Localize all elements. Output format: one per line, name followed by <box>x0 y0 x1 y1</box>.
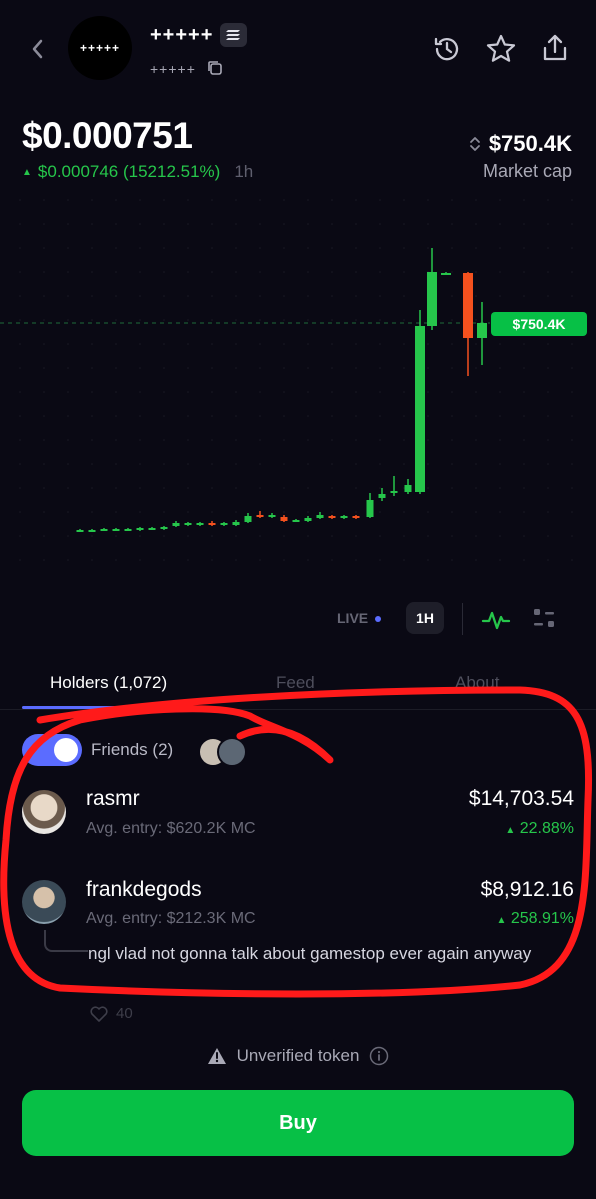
price-tag: $750.4K <box>491 312 587 336</box>
candle-body <box>112 529 120 531</box>
candle-body <box>441 273 451 275</box>
friends-toggle[interactable] <box>22 734 82 766</box>
holder-value: $8,912.16 <box>480 878 574 901</box>
market-cap-value: $750.4K <box>488 131 572 156</box>
holder-name[interactable]: frankdegods <box>86 878 202 902</box>
candle-body <box>232 522 240 525</box>
star-icon <box>486 34 516 62</box>
tab-about[interactable]: About <box>455 673 499 693</box>
candle-body <box>148 528 156 530</box>
info-icon[interactable] <box>369 1046 389 1066</box>
candle-body <box>256 515 264 517</box>
candle-body <box>328 516 336 518</box>
candle-body <box>268 515 276 517</box>
candle-body <box>160 527 168 529</box>
holder-name[interactable]: rasmr <box>86 787 140 811</box>
unverified-token-notice: Unverified token <box>0 1046 596 1066</box>
candle-body <box>208 523 216 525</box>
candle-body <box>136 528 144 530</box>
candle-body <box>196 523 204 525</box>
holder-value: $14,703.54 <box>468 787 574 810</box>
market-cap-label: Market cap <box>482 161 572 181</box>
live-dot <box>375 616 381 622</box>
toggle-knob <box>54 738 78 762</box>
candle-body <box>390 491 398 493</box>
candle-body <box>220 523 228 525</box>
price-change: $0.000746 (15212.51%) <box>37 162 221 181</box>
candle-body <box>76 530 84 532</box>
candle-body <box>427 272 437 326</box>
history-button[interactable] <box>430 32 464 66</box>
holder-avg-entry: Avg. entry: $212.3K MC <box>86 910 256 927</box>
token-avatar: +++++ <box>68 16 132 80</box>
candle-body <box>316 515 324 518</box>
friends-label: Friends (2) <box>91 740 174 759</box>
candle-body <box>244 516 252 522</box>
copy-icon[interactable] <box>206 59 224 77</box>
friend-avatar <box>217 737 247 767</box>
share-icon <box>543 34 567 61</box>
unverified-label: Unverified token <box>236 1046 360 1065</box>
market-cap-toggle[interactable]: $750.4K <box>469 131 572 157</box>
avatar[interactable] <box>22 880 66 924</box>
tab-divider <box>0 709 596 710</box>
up-triangle-icon: ▲ <box>505 825 516 836</box>
holder-pct-value: 258.91% <box>510 910 574 927</box>
line-chart-icon <box>481 611 511 630</box>
comment-connector <box>44 930 88 952</box>
candle-body <box>366 500 374 517</box>
chevron-left-icon <box>32 39 43 59</box>
candle-body <box>352 516 360 518</box>
candle-body <box>304 518 312 521</box>
tab-feed[interactable]: Feed <box>276 673 315 693</box>
controls-divider <box>462 603 463 635</box>
candle-body <box>404 485 412 492</box>
holder-comment: ngl vlad not gonna talk about gamestop e… <box>88 944 532 963</box>
candle-body <box>292 520 300 522</box>
price-tag-label: $750.4K <box>513 316 566 332</box>
live-label[interactable]: LIVE <box>337 610 368 626</box>
avatar[interactable] <box>22 790 66 834</box>
line-chart-button[interactable] <box>480 604 512 636</box>
heart-icon <box>90 1005 108 1022</box>
candle-body <box>340 516 348 518</box>
token-price: $0.000751 <box>22 115 193 156</box>
up-triangle-icon: ▲ <box>496 915 507 926</box>
like-button[interactable]: 40 <box>90 1005 133 1022</box>
tab-holders[interactable]: Holders (1,072) <box>50 673 167 693</box>
price-chart[interactable]: $750.4K <box>0 190 596 590</box>
holder-pct-value: 22.88% <box>519 820 574 837</box>
holder-avg-entry: Avg. entry: $620.2K MC <box>86 820 256 837</box>
candle-body <box>100 529 108 531</box>
candle-body <box>415 326 425 492</box>
token-name: +++++ <box>150 24 214 46</box>
solana-icon <box>226 30 240 40</box>
candle-body <box>378 494 386 498</box>
candle-body <box>88 530 96 532</box>
candle-body <box>280 517 288 521</box>
history-icon <box>434 37 459 61</box>
share-button[interactable] <box>538 31 572 65</box>
candle-body <box>172 523 180 526</box>
favorite-button[interactable] <box>484 32 518 66</box>
like-count: 40 <box>116 1005 133 1022</box>
candlestick-icon <box>534 609 554 627</box>
token-ticker: +++++ <box>150 61 196 77</box>
timeframe-button[interactable]: 1H <box>406 602 444 634</box>
candle-body <box>184 523 192 525</box>
up-triangle-icon: ▲ <box>22 166 32 178</box>
sort-arrows-icon <box>469 137 480 151</box>
holder-pct-change: ▲ 22.88% <box>505 820 574 838</box>
candlestick-button[interactable] <box>529 604 559 634</box>
warning-icon <box>207 1048 226 1064</box>
buy-button[interactable]: Buy <box>22 1090 574 1156</box>
candle-body <box>124 529 132 531</box>
holder-pct-change: ▲ 258.91% <box>496 910 574 928</box>
candle-body <box>463 273 473 338</box>
timeframe-label: 1h <box>234 162 254 181</box>
candle-body <box>477 323 487 338</box>
price-change-row: ▲ $0.000746 (15212.51%) 1h <box>22 162 253 182</box>
chain-badge <box>220 23 247 47</box>
back-button[interactable] <box>22 34 52 64</box>
